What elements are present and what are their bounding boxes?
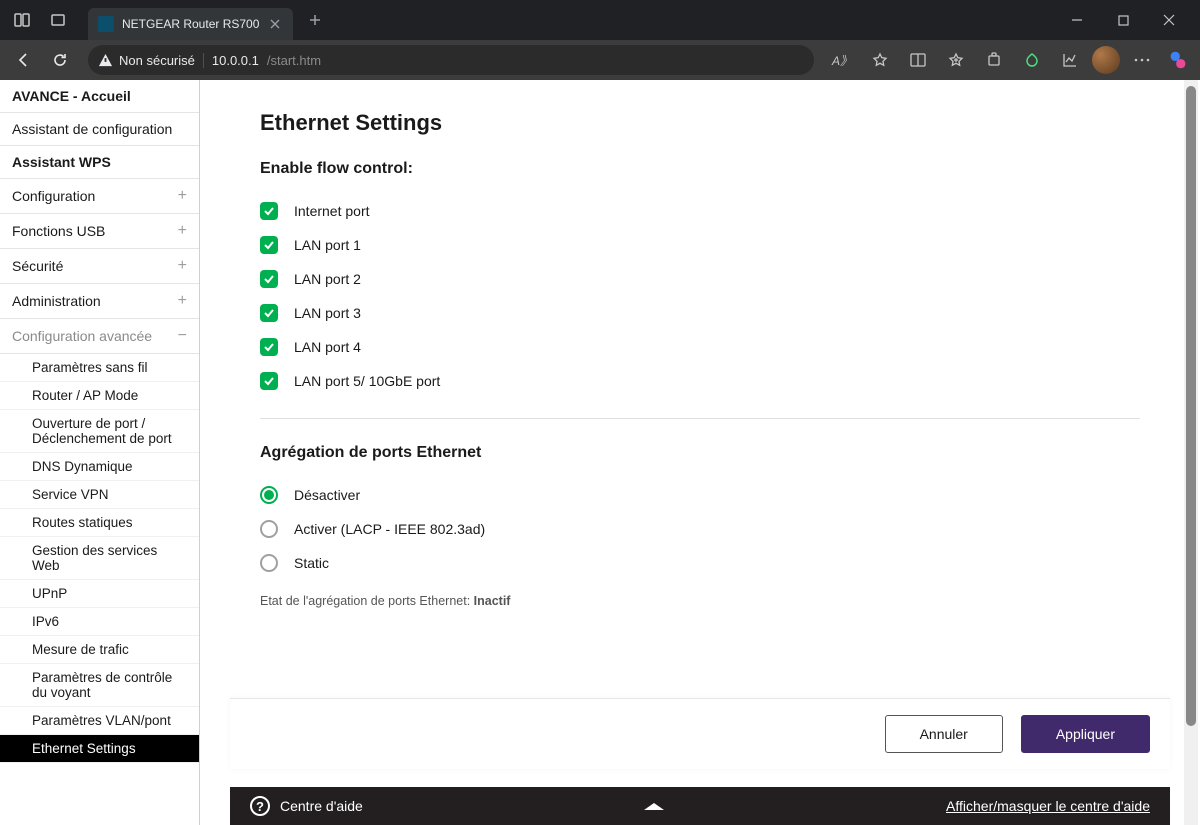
checkbox-lan1[interactable]: LAN port 1 (260, 228, 1140, 262)
sidebar-sub-ethernet-settings[interactable]: Ethernet Settings (0, 735, 199, 763)
plus-icon: + (178, 222, 187, 240)
sidebar-sub-vpn[interactable]: Service VPN (0, 481, 199, 509)
extensions-icon[interactable] (978, 44, 1010, 76)
favorite-icon[interactable] (864, 44, 896, 76)
sidebar-item-usb[interactable]: Fonctions USB+ (0, 214, 199, 249)
maximize-button[interactable] (1100, 0, 1146, 40)
main-content: Ethernet Settings Enable flow control: I… (200, 80, 1200, 825)
url-host: 10.0.0.1 (212, 53, 259, 68)
not-secure-icon (98, 53, 113, 68)
sidebar-item-security[interactable]: Sécurité+ (0, 249, 199, 284)
sidebar-item-advanced-config[interactable]: Configuration avancée− (0, 319, 199, 354)
plus-icon: + (178, 187, 187, 205)
checkbox-internet-port[interactable]: Internet port (260, 194, 1140, 228)
refresh-button[interactable] (44, 44, 76, 76)
checkbox-lan4[interactable]: LAN port 4 (260, 330, 1140, 364)
window-titlebar: NETGEAR Router RS700 (0, 0, 1200, 40)
sidebar-sub-wireless[interactable]: Paramètres sans fil (0, 354, 199, 382)
radio-static[interactable]: Static (260, 546, 1140, 580)
sidebar-sub-static-routes[interactable]: Routes statiques (0, 509, 199, 537)
plus-icon: + (178, 257, 187, 275)
more-menu-icon[interactable] (1126, 44, 1158, 76)
sidebar-sub-ipv6[interactable]: IPv6 (0, 608, 199, 636)
browser-tab[interactable]: NETGEAR Router RS700 (88, 8, 293, 40)
radio-icon (260, 486, 278, 504)
sidebar-nav: AVANCE - Accueil Assistant de configurat… (0, 80, 200, 825)
radio-disable[interactable]: Désactiver (260, 478, 1140, 512)
help-center-bar: ? Centre d'aide Afficher/masquer le cent… (230, 787, 1170, 825)
checkbox-icon (260, 304, 278, 322)
checkbox-icon (260, 338, 278, 356)
sidebar-item-wps-wizard[interactable]: Assistant WPS (0, 146, 199, 179)
sidebar-sub-vlan[interactable]: Paramètres VLAN/pont (0, 707, 199, 735)
sidebar-sub-led-control[interactable]: Paramètres de contrôle du voyant (0, 664, 199, 707)
minimize-button[interactable] (1054, 0, 1100, 40)
security-label: Non sécurisé (119, 53, 195, 68)
browser-essentials-icon[interactable] (1016, 44, 1048, 76)
help-center-title: Centre d'aide (280, 798, 363, 814)
cancel-button[interactable]: Annuler (885, 715, 1003, 753)
checkbox-icon (260, 372, 278, 390)
tab-overview-icon[interactable] (44, 6, 72, 34)
sidebar-sub-router-ap[interactable]: Router / AP Mode (0, 382, 199, 410)
back-button[interactable] (8, 44, 40, 76)
page-title: Ethernet Settings (260, 110, 1140, 136)
tab-title: NETGEAR Router RS700 (122, 17, 259, 31)
close-window-button[interactable] (1146, 0, 1192, 40)
aggregation-heading: Agrégation de ports Ethernet (260, 444, 1140, 462)
checkbox-icon (260, 236, 278, 254)
help-icon: ? (250, 796, 270, 816)
apply-button[interactable]: Appliquer (1021, 715, 1150, 753)
section-divider (260, 418, 1140, 419)
profile-avatar[interactable] (1092, 46, 1120, 74)
sidebar-item-administration[interactable]: Administration+ (0, 284, 199, 319)
tab-close-button[interactable] (267, 16, 283, 32)
sidebar-sub-ddns[interactable]: DNS Dynamique (0, 453, 199, 481)
help-expand-caret[interactable] (363, 803, 946, 810)
split-screen-icon[interactable] (902, 44, 934, 76)
checkbox-lan5-10gbe[interactable]: LAN port 5/ 10GbE port (260, 364, 1140, 398)
tab-favicon (98, 16, 114, 32)
read-aloud-icon[interactable]: A》 (826, 44, 858, 76)
url-path: /start.htm (267, 53, 321, 68)
help-toggle-link[interactable]: Afficher/masquer le centre d'aide (946, 798, 1150, 814)
sidebar-sub-port-forward[interactable]: Ouverture de port / Déclenchement de por… (0, 410, 199, 453)
browser-toolbar: Non sécurisé 10.0.0.1/start.htm A》 (0, 40, 1200, 80)
checkbox-lan2[interactable]: LAN port 2 (260, 262, 1140, 296)
radio-icon (260, 520, 278, 538)
checkbox-icon (260, 202, 278, 220)
radio-lacp[interactable]: Activer (LACP - IEEE 802.3ad) (260, 512, 1140, 546)
checkbox-lan3[interactable]: LAN port 3 (260, 296, 1140, 330)
sidebar-sub-upnp[interactable]: UPnP (0, 580, 199, 608)
performance-icon[interactable] (1054, 44, 1086, 76)
sidebar-item-configuration[interactable]: Configuration+ (0, 179, 199, 214)
flow-control-heading: Enable flow control: (260, 160, 1140, 178)
action-bar: Annuler Appliquer (230, 698, 1170, 769)
workspaces-icon[interactable] (8, 6, 36, 34)
sidebar-sub-web-services[interactable]: Gestion des services Web (0, 537, 199, 580)
minus-icon: − (178, 327, 187, 345)
sidebar-sub-traffic-meter[interactable]: Mesure de trafic (0, 636, 199, 664)
content-scrollbar-thumb[interactable] (1186, 86, 1196, 726)
sidebar-item-setup-wizard[interactable]: Assistant de configuration (0, 113, 199, 146)
plus-icon: + (178, 292, 187, 310)
radio-icon (260, 554, 278, 572)
collections-icon[interactable] (940, 44, 972, 76)
checkbox-icon (260, 270, 278, 288)
sidebar-item-home[interactable]: AVANCE - Accueil (0, 80, 199, 113)
copilot-icon[interactable] (1164, 46, 1192, 74)
new-tab-button[interactable] (301, 6, 329, 34)
aggregation-status: Etat de l'agrégation de ports Ethernet: … (260, 594, 1140, 608)
url-bar[interactable]: Non sécurisé 10.0.0.1/start.htm (88, 45, 814, 75)
